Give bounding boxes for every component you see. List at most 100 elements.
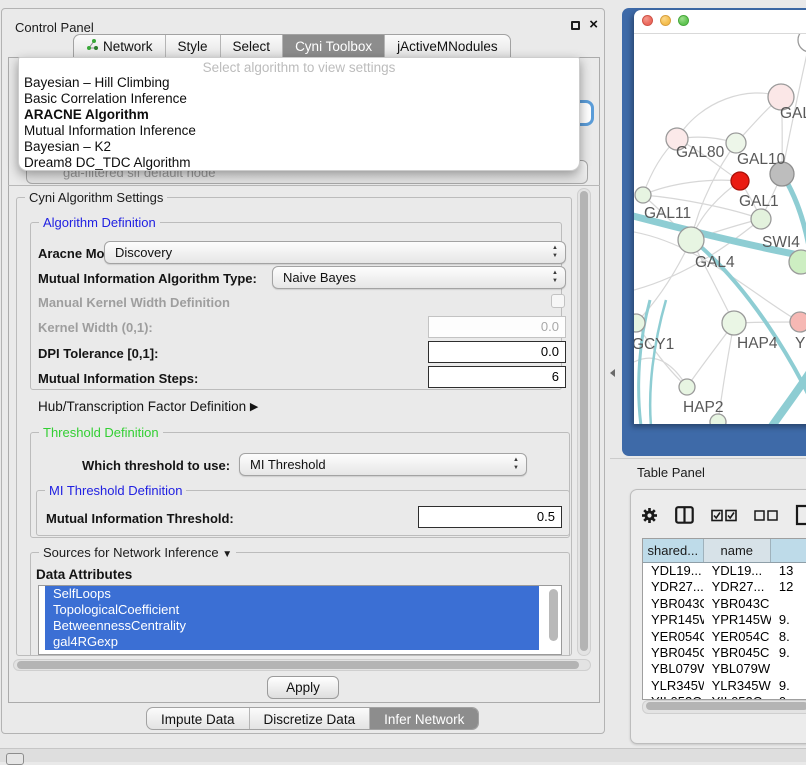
apply-button[interactable]: Apply xyxy=(267,676,339,699)
network-node-gal1[interactable] xyxy=(751,209,771,229)
mac-zoom-icon[interactable] xyxy=(678,15,689,26)
column-header[interactable] xyxy=(771,539,806,562)
attribute-item[interactable]: BetweennessCentrality xyxy=(45,618,539,634)
mi-steps-label: Mutual Information Steps: xyxy=(38,371,198,386)
table-row[interactable]: YER054CYER054C8. xyxy=(643,629,806,645)
table-cell xyxy=(771,596,806,612)
threshold-definition-title: Threshold Definition xyxy=(39,425,163,440)
network-edge[interactable] xyxy=(634,358,687,387)
sources-group-title[interactable]: Sources for Network Inference ▼ xyxy=(39,545,236,560)
table-cell: YBL079W xyxy=(704,661,771,677)
algorithm-option[interactable]: Dream8 DC_TDC Algorithm xyxy=(19,155,579,171)
table-cell: 13 xyxy=(771,563,806,579)
attribute-item[interactable]: TopologicalCoefficient xyxy=(45,602,539,618)
tab-impute-data[interactable]: Impute Data xyxy=(147,708,249,730)
mi-threshold-field[interactable]: 0.5 xyxy=(418,506,562,528)
network-canvas[interactable]: GALGAL80GAL10GAL1GAL11SWI4GAL4GCY1HAP4YH… xyxy=(634,34,806,424)
network-edge[interactable] xyxy=(691,240,734,323)
table-cell: 8. xyxy=(771,629,806,645)
splitter-collapse-icon[interactable] xyxy=(610,369,615,377)
network-node-y[interactable] xyxy=(790,312,806,332)
close-window-icon[interactable]: × xyxy=(589,16,598,33)
network-node-swi4[interactable] xyxy=(789,250,806,274)
algorithm-option[interactable]: Basic Correlation Inference xyxy=(19,91,579,107)
table-cell: YPR145W xyxy=(704,612,771,628)
expander-down-icon: ▼ xyxy=(222,549,232,560)
tab-network[interactable]: Network xyxy=(74,35,165,58)
columns-icon[interactable] xyxy=(675,506,694,524)
network-node-hap2[interactable] xyxy=(679,379,695,395)
kernel-width-label: Kernel Width (0,1): xyxy=(38,320,153,335)
table-horizontal-scrollbar[interactable] xyxy=(642,700,806,714)
control-panel-tab-bar: Network StyleSelect Cyni Toolbox jActiveMNo… xyxy=(73,34,511,58)
algorithm-definition-title: Algorithm Definition xyxy=(39,215,160,230)
gear-icon[interactable] xyxy=(641,507,658,524)
tab-jactivemnodules[interactable]: jActiveMNodules xyxy=(384,35,510,58)
cyni-bottom-tab-bar: Impute DataDiscretize DataInfer Network xyxy=(146,707,479,730)
attribute-item[interactable]: gal4RGexp xyxy=(45,634,539,650)
aracne-mode-value: Discovery xyxy=(115,245,172,260)
kernel-width-field[interactable]: 0.0 xyxy=(428,316,566,338)
mi-type-select[interactable]: Naive Bayes ▲▼ xyxy=(272,266,566,289)
attribute-item[interactable]: SelfLoops xyxy=(45,586,539,602)
float-window-icon[interactable] xyxy=(571,21,580,30)
table-row[interactable]: YDR27...YDR27...12 xyxy=(643,579,806,595)
table-row[interactable]: YBR043CYBR043C xyxy=(643,596,806,612)
which-threshold-label: Which threshold to use: xyxy=(82,458,230,473)
manual-kernel-label: Manual Kernel Width Definition xyxy=(38,295,230,310)
aracne-mode-select[interactable]: Discovery ▲▼ xyxy=(104,241,566,264)
table-cell: 12 xyxy=(771,579,806,595)
network-node[interactable] xyxy=(731,172,749,190)
dpi-tolerance-field[interactable]: 0.0 xyxy=(428,341,566,363)
network-node-label: GAL xyxy=(780,105,806,122)
tab-label: Network xyxy=(103,35,153,58)
mac-minimize-icon[interactable] xyxy=(660,15,671,26)
table-row[interactable]: YLR345WYLR345W9. xyxy=(643,678,806,694)
manual-kernel-checkbox[interactable] xyxy=(551,294,565,308)
status-strip xyxy=(0,748,806,762)
tab-discretize-data[interactable]: Discretize Data xyxy=(249,708,370,730)
table-toolbar xyxy=(641,502,806,528)
export-table-icon[interactable] xyxy=(795,504,806,526)
stepper-arrows-icon: ▲▼ xyxy=(513,457,519,472)
table-cell: YDR27... xyxy=(643,579,704,595)
select-all-icon[interactable] xyxy=(711,509,737,522)
mi-type-value: Naive Bayes xyxy=(283,270,356,285)
network-node-gal11[interactable] xyxy=(635,187,651,203)
network-node[interactable] xyxy=(798,34,806,52)
stepper-arrows-icon: ▲▼ xyxy=(552,270,558,285)
collapsed-panel-icon[interactable] xyxy=(6,753,24,765)
network-edge[interactable] xyxy=(677,93,781,139)
hub-definition-expander[interactable]: Hub/Transcription Factor Definition ▶ xyxy=(38,399,258,414)
mi-steps-field[interactable]: 6 xyxy=(428,366,566,388)
tab-select[interactable]: Select xyxy=(220,35,283,58)
column-header[interactable]: shared... xyxy=(643,539,704,562)
table-row[interactable]: YPR145WYPR145W9. xyxy=(643,612,806,628)
table-cell: YDL19... xyxy=(704,563,771,579)
mac-close-icon[interactable] xyxy=(642,15,653,26)
algorithm-option[interactable]: ARACNE Algorithm xyxy=(19,107,579,123)
table-row[interactable]: YBL079WYBL079W xyxy=(643,661,806,677)
network-node-gal10[interactable] xyxy=(726,133,746,153)
algorithm-option[interactable]: Bayesian – K2 xyxy=(19,139,579,155)
tab-style[interactable]: Style xyxy=(165,35,220,58)
tab-label: Cyni Toolbox xyxy=(295,35,372,58)
table-row[interactable]: YDL19...YDL19...13 xyxy=(643,563,806,579)
network-node-hap4[interactable] xyxy=(722,311,746,335)
control-panel-title: Control Panel xyxy=(15,20,94,35)
algorithm-option[interactable]: Mutual Information Inference xyxy=(19,123,579,139)
column-header[interactable]: name xyxy=(704,539,771,562)
table-cell xyxy=(771,661,806,677)
tab-infer-network[interactable]: Infer Network xyxy=(369,708,478,730)
algorithm-option[interactable]: Bayesian – Hill Climbing xyxy=(19,75,579,91)
settings-vertical-scrollbar[interactable] xyxy=(577,188,591,656)
network-node-gal4[interactable] xyxy=(678,227,704,253)
tab-cyni-toolbox[interactable]: Cyni Toolbox xyxy=(282,35,384,58)
table-row[interactable]: YBR045CYBR045C9. xyxy=(643,645,806,661)
settings-horizontal-scrollbar[interactable] xyxy=(13,659,591,671)
mi-threshold-label: Mutual Information Threshold: xyxy=(46,511,234,526)
which-threshold-select[interactable]: MI Threshold ▲▼ xyxy=(239,453,527,476)
table-cell: YDR27... xyxy=(704,579,771,595)
list-scrollbar[interactable] xyxy=(549,589,558,641)
unselect-all-icon[interactable] xyxy=(754,510,778,521)
